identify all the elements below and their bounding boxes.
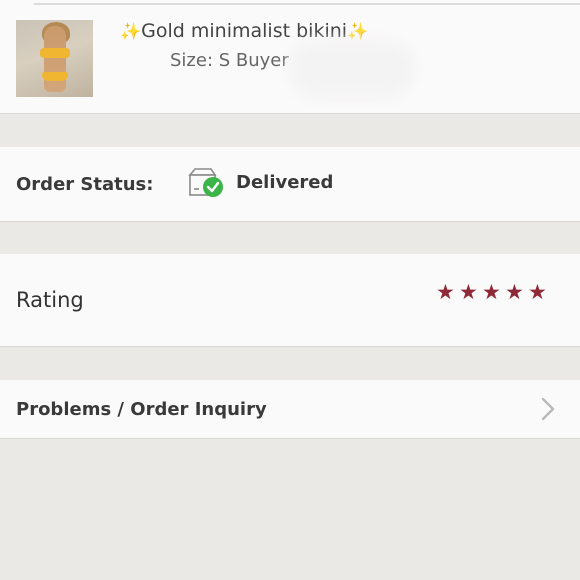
divider — [0, 221, 580, 222]
order-status-value: Delivered — [236, 172, 334, 193]
divider — [34, 3, 580, 5]
product-size-buyer: Size: S Buyer — [170, 50, 289, 71]
divider — [0, 438, 580, 439]
problems-order-inquiry-label: Problems / Order Inquiry — [16, 399, 267, 420]
order-status-label: Order Status: — [16, 174, 154, 195]
product-card[interactable]: ✨Gold minimalist bikini✨ Size: S Buyer — [0, 0, 580, 113]
product-title-text: Gold minimalist bikini — [141, 20, 348, 42]
chevron-right-icon[interactable] — [540, 396, 556, 422]
delivered-box-icon — [188, 168, 223, 197]
star-icon: ★ — [528, 280, 547, 304]
product-title: ✨Gold minimalist bikini✨ — [120, 20, 368, 42]
problems-order-inquiry-row[interactable]: Problems / Order Inquiry — [0, 380, 580, 438]
star-icon: ★ — [459, 280, 478, 304]
sparkle-icon: ✨ — [347, 22, 369, 42]
divider — [0, 113, 580, 114]
rating-row: Rating ★ ★ ★ ★ ★ — [0, 254, 580, 346]
star-icon: ★ — [482, 280, 501, 304]
star-icon: ★ — [436, 280, 455, 304]
sparkle-icon: ✨ — [120, 22, 142, 42]
product-thumbnail[interactable] — [16, 20, 93, 97]
star-icon: ★ — [505, 280, 524, 304]
redacted-area — [288, 40, 416, 98]
divider — [0, 346, 580, 347]
rating-label: Rating — [16, 288, 84, 312]
order-status-row: Order Status: Delivered — [0, 147, 580, 221]
